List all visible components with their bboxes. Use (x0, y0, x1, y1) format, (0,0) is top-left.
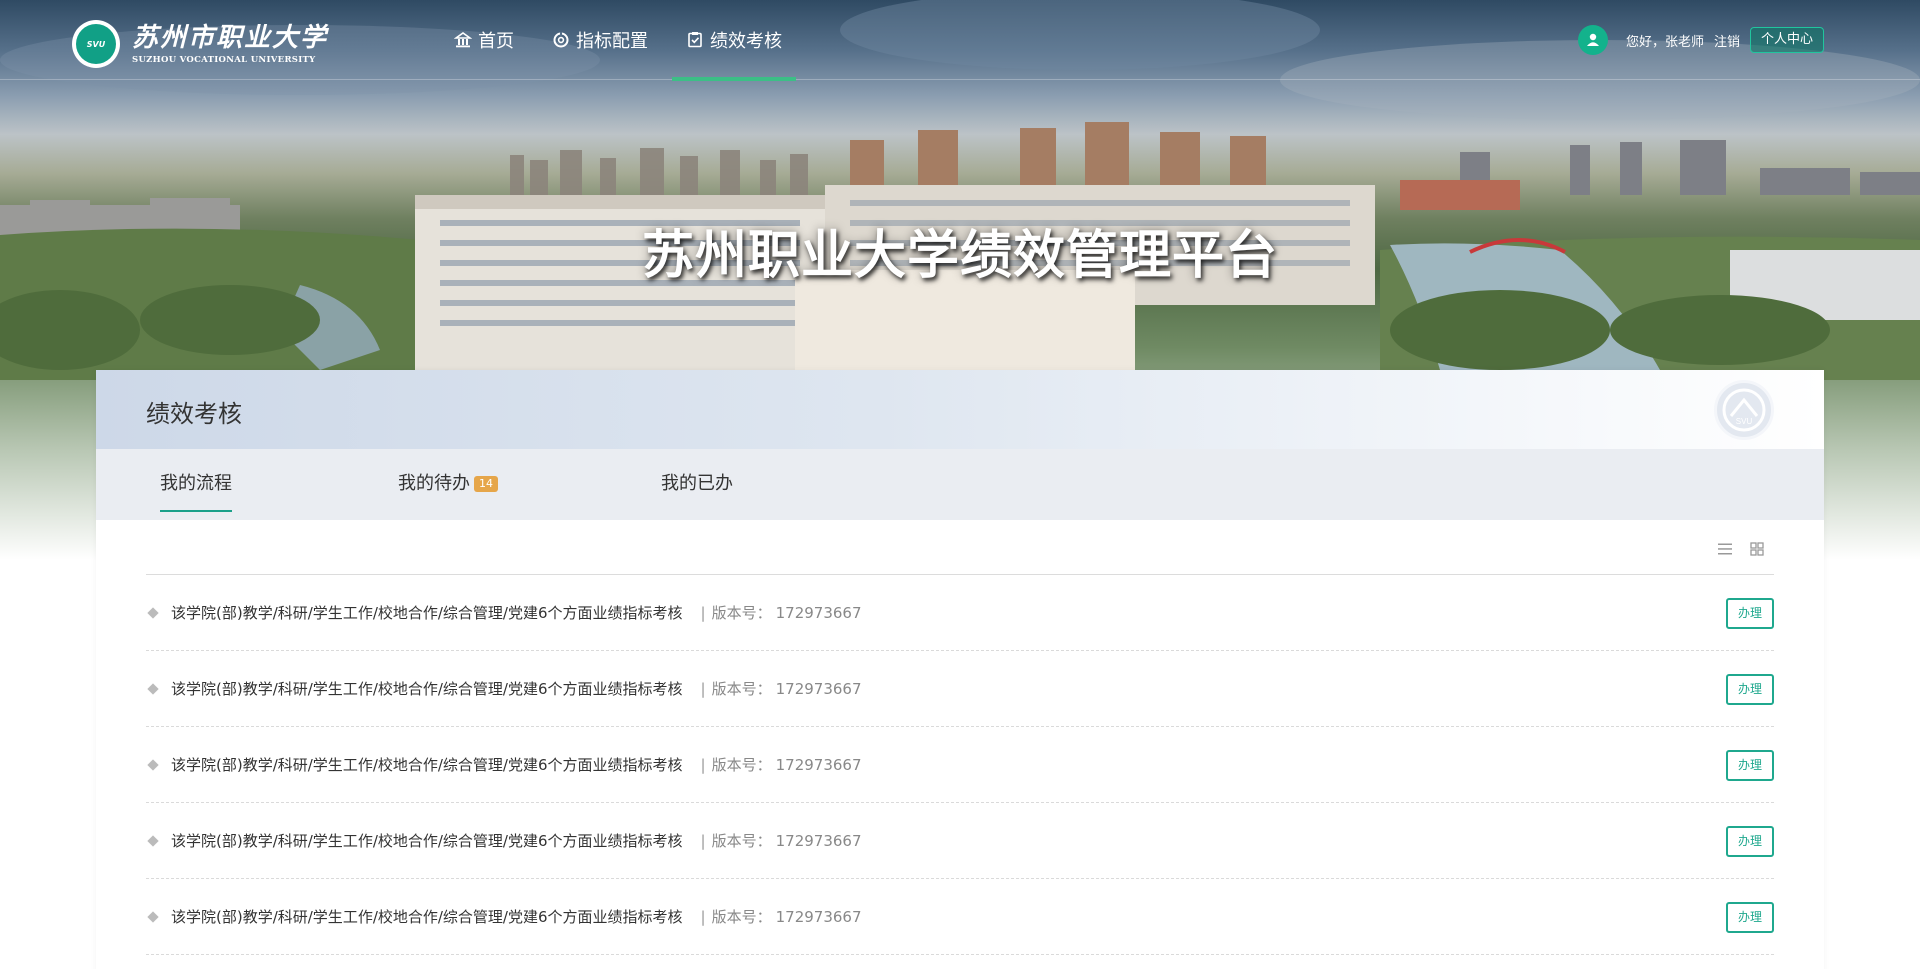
list-item: 该学院(部)教学/科研/学生工作/校地合作/综合管理/党建6个方面业绩指标考核 … (146, 575, 1774, 651)
separator: | (700, 679, 706, 698)
separator: | (700, 755, 706, 774)
tab-my-done-label: 我的已办 (661, 473, 733, 494)
tab-my-process-label: 我的流程 (160, 473, 232, 494)
tab-my-done[interactable]: 我的已办 (661, 449, 733, 520)
home-icon (454, 31, 472, 49)
process-name[interactable]: 该学院(部)教学/科研/学生工作/校地合作/综合管理/党建6个方面业绩指标考核 (171, 830, 683, 851)
version-number: 172973667 (775, 907, 862, 926)
avatar[interactable] (1577, 25, 1608, 55)
process-name[interactable]: 该学院(部)教学/科研/学生工作/校地合作/综合管理/党建6个方面业绩指标考核 (171, 602, 683, 623)
version-label: 版本号： (711, 680, 772, 698)
list-item: 该学院(部)教学/科研/学生工作/校地合作/综合管理/党建6个方面业绩指标考核 … (146, 651, 1774, 727)
profile-center-button[interactable]: 个人中心 (1749, 27, 1824, 53)
nav-home[interactable]: 首页 (440, 0, 528, 80)
version-label: 版本号： (711, 604, 772, 622)
university-logo[interactable]: SVU 苏州市职业大学 SUZHOU VOCATIONAL UNIVERSITY (72, 20, 328, 68)
seal-text: SVU (1736, 417, 1753, 426)
bullet-icon (147, 606, 159, 619)
nav-performance-review[interactable]: 绩效考核 (672, 0, 796, 81)
handle-button[interactable]: 办理 (1726, 674, 1774, 705)
list-item: 该学院(部)教学/科研/学生工作/校地合作/综合管理/党建6个方面业绩指标考核 … (146, 727, 1774, 803)
university-seal-watermark: SVU (1714, 380, 1774, 440)
logout-link[interactable]: 注销 (1714, 31, 1740, 50)
version-number: 172973667 (775, 755, 862, 774)
nav-performance-review-label: 绩效考核 (710, 31, 782, 52)
handle-button[interactable]: 办理 (1726, 826, 1774, 857)
nav-indicator-config-label: 指标配置 (576, 31, 648, 52)
tab-my-todo-label: 我的待办 (398, 473, 470, 494)
version-label: 版本号： (711, 908, 772, 926)
user-greeting: 您好，张老师 (1625, 34, 1704, 50)
main-nav: 首页 指标配置 绩效考核 (440, 0, 806, 81)
performance-card: 绩效考核 SVU 我的流程 我的待办 14 我的已办 该学院(部)教学/科研/学… (96, 370, 1824, 969)
bullet-icon (147, 682, 159, 695)
process-name[interactable]: 该学院(部)教学/科研/学生工作/校地合作/综合管理/党建6个方面业绩指标考核 (171, 678, 683, 699)
platform-title: 苏州职业大学绩效管理平台 (641, 226, 1278, 286)
grid-view-icon[interactable] (1748, 540, 1766, 558)
logo-text: 苏州市职业大学 SUZHOU VOCATIONAL UNIVERSITY (132, 23, 328, 65)
handle-button[interactable]: 办理 (1726, 902, 1774, 933)
bullet-icon (147, 834, 159, 847)
version-number: 172973667 (775, 679, 862, 698)
process-list: 该学院(部)教学/科研/学生工作/校地合作/综合管理/党建6个方面业绩指标考核 … (146, 575, 1774, 955)
user-area: 您好，张老师 注销 个人中心 (1577, 25, 1824, 55)
bullet-icon (147, 758, 159, 771)
card-header: 绩效考核 SVU (96, 370, 1824, 449)
handle-button[interactable]: 办理 (1726, 598, 1774, 629)
nav-indicator-config[interactable]: 指标配置 (538, 0, 662, 80)
tab-bar: 我的流程 我的待办 14 我的已办 (96, 449, 1824, 520)
version-number: 172973667 (775, 603, 862, 622)
handle-button[interactable]: 办理 (1726, 750, 1774, 781)
list-toolbar (146, 520, 1774, 575)
separator: | (700, 907, 706, 926)
seal-icon: SVU (1722, 388, 1766, 432)
version-label: 版本号： (711, 756, 772, 774)
list-view-icon[interactable] (1716, 540, 1734, 558)
separator: | (700, 831, 706, 850)
nav-home-label: 首页 (478, 31, 514, 52)
top-navigation-bar: SVU 苏州市职业大学 SUZHOU VOCATIONAL UNIVERSITY… (0, 0, 1920, 81)
checklist-icon (686, 31, 704, 49)
emblem-mark: SVU (76, 24, 116, 64)
separator: | (700, 603, 706, 622)
tab-my-process[interactable]: 我的流程 (160, 449, 232, 520)
process-name[interactable]: 该学院(部)教学/科研/学生工作/校地合作/综合管理/党建6个方面业绩指标考核 (171, 754, 683, 775)
todo-count-badge: 14 (474, 476, 498, 492)
list-item: 该学院(部)教学/科研/学生工作/校地合作/综合管理/党建6个方面业绩指标考核 … (146, 879, 1774, 955)
logo-english-name: SUZHOU VOCATIONAL UNIVERSITY (132, 55, 316, 65)
list-item: 该学院(部)教学/科研/学生工作/校地合作/综合管理/党建6个方面业绩指标考核 … (146, 803, 1774, 879)
version-number: 172973667 (775, 831, 862, 850)
card-title: 绩效考核 (146, 400, 242, 428)
user-icon (1586, 33, 1599, 46)
version-label: 版本号： (711, 832, 772, 850)
target-icon (552, 31, 570, 49)
process-name[interactable]: 该学院(部)教学/科研/学生工作/校地合作/综合管理/党建6个方面业绩指标考核 (171, 906, 683, 927)
university-emblem: SVU (72, 20, 120, 68)
logo-chinese-name: 苏州市职业大学 (132, 23, 329, 53)
tab-my-todo[interactable]: 我的待办 14 (398, 449, 498, 520)
bullet-icon (147, 910, 159, 923)
